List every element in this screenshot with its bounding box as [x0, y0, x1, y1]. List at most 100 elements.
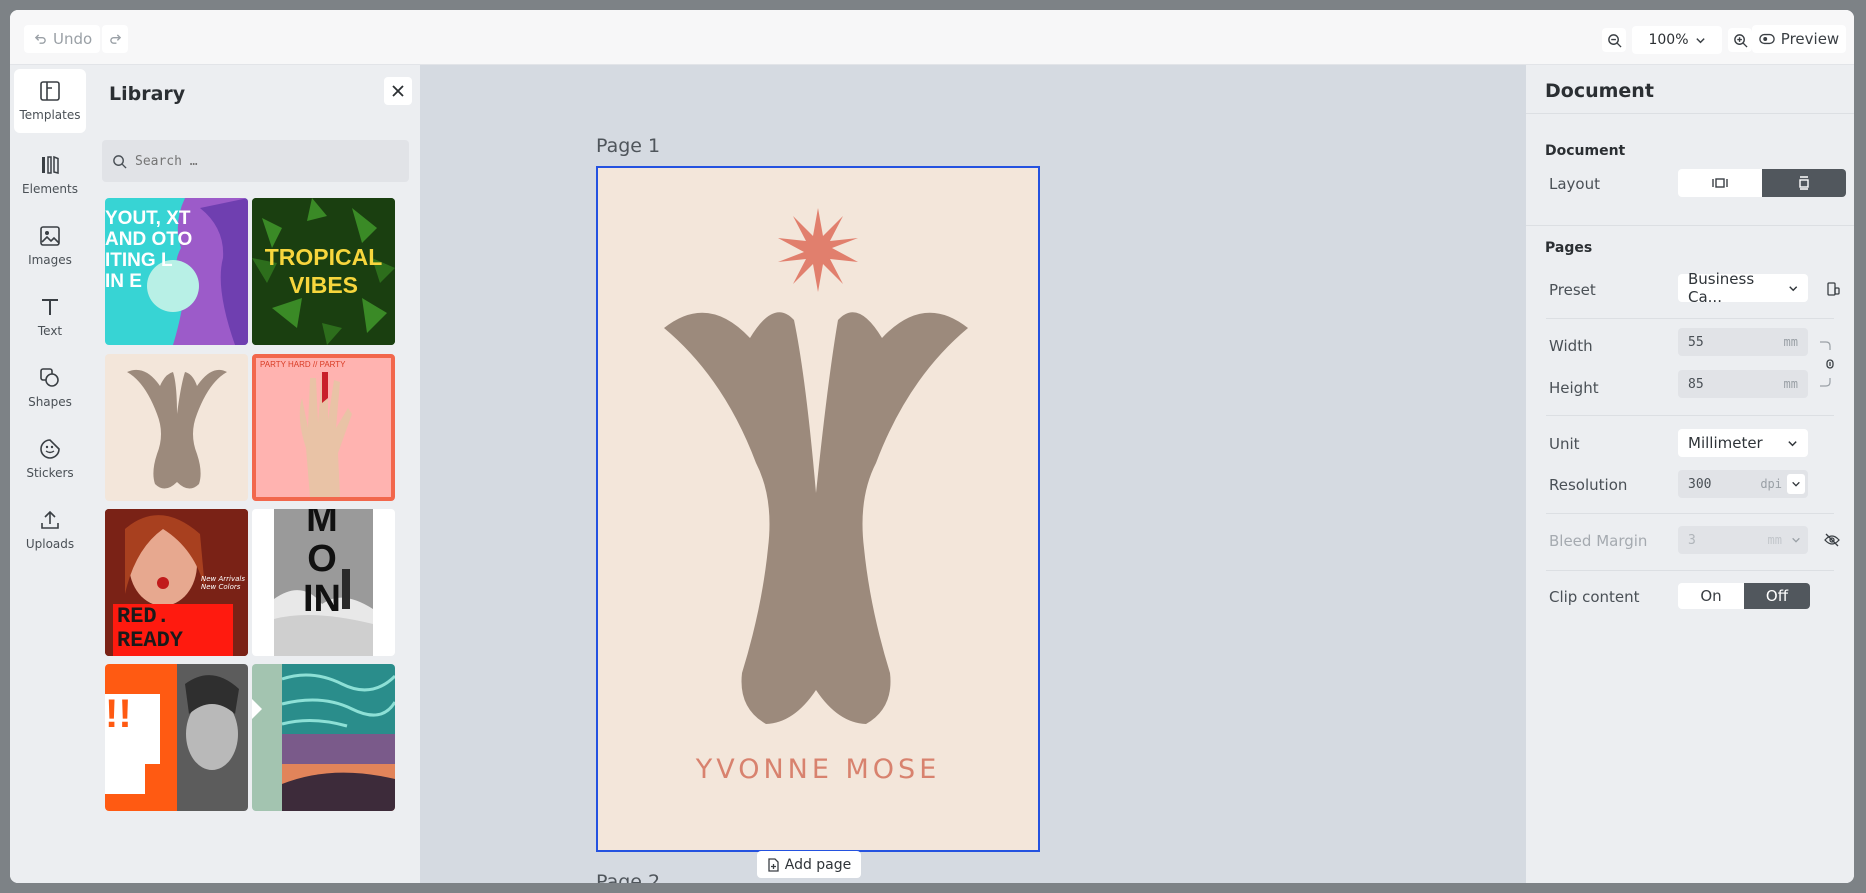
- add-page-icon: [768, 857, 779, 872]
- sidebar-item-label: Stickers: [26, 466, 74, 480]
- resolution-dropdown[interactable]: [1787, 474, 1805, 494]
- template-thumb[interactable]: New Arrivals New Colors RED. READY: [105, 509, 248, 656]
- zoom-in-icon: [1733, 33, 1748, 48]
- app-window: Undo 100% Preview Templates Elements Ima…: [10, 10, 1854, 883]
- redo-icon: [109, 33, 121, 44]
- divider: [1546, 318, 1834, 319]
- search-icon: [113, 154, 127, 169]
- divider: [1546, 570, 1834, 571]
- template-thumb[interactable]: TROPICAL VIBES: [252, 198, 395, 345]
- card-name-text[interactable]: YVONNE MOSE: [598, 754, 1038, 785]
- zoom-controls: 100%: [1602, 26, 1752, 54]
- upload-icon: [41, 510, 59, 529]
- width-input[interactable]: 55 mm: [1678, 328, 1808, 356]
- page-1-label: Page 1: [596, 135, 661, 157]
- layout-horizontal-icon: [1712, 178, 1728, 188]
- sidebar-item-label: Shapes: [28, 395, 72, 409]
- elements-icon: [42, 155, 59, 174]
- library-title: Library: [109, 83, 186, 105]
- canvas-area[interactable]: Page 1 YVONNE MOSE Add page Page 2: [420, 65, 1526, 883]
- eye-icon: [1759, 33, 1775, 45]
- sticker-icon: [40, 439, 60, 459]
- layout-horizontal-button[interactable]: [1678, 169, 1762, 197]
- divider: [1526, 113, 1854, 114]
- bleed-margin-dropdown[interactable]: [1787, 530, 1805, 550]
- template-thumb[interactable]: PARTY HARD // PARTY: [252, 354, 395, 501]
- preset-select[interactable]: Business Ca...: [1678, 270, 1808, 306]
- template-thumb[interactable]: [105, 354, 248, 501]
- layout-vertical-button[interactable]: [1762, 169, 1846, 197]
- sidebar-item-elements[interactable]: Elements: [14, 143, 86, 207]
- page-2-label: Page 2: [596, 871, 661, 883]
- height-input[interactable]: 85 mm: [1678, 370, 1808, 398]
- zoom-level-select[interactable]: 100%: [1632, 26, 1722, 54]
- template-subtitle: New Arrivals New Colors: [201, 575, 246, 591]
- chevron-down-icon: [1788, 285, 1797, 291]
- clip-content-label: Clip content: [1549, 588, 1640, 606]
- zoom-in-button[interactable]: [1728, 28, 1752, 52]
- add-page-button[interactable]: Add page: [757, 851, 861, 878]
- undo-button[interactable]: Undo: [24, 25, 100, 53]
- redo-button[interactable]: [102, 25, 128, 53]
- template-thumb[interactable]: !!: [105, 664, 248, 811]
- layout-vertical-icon: [1799, 176, 1809, 190]
- page-1-canvas[interactable]: YVONNE MOSE: [596, 166, 1040, 852]
- template-thumb[interactable]: YOUT, XT AND OTO ITING L IN E: [105, 198, 248, 345]
- tool-sidebar: Templates Elements Images Text Shapes St…: [10, 65, 90, 883]
- layout-toggle: [1678, 169, 1846, 197]
- chevron-down-icon: [1788, 440, 1797, 446]
- sidebar-item-label: Templates: [19, 108, 81, 122]
- clip-on-button[interactable]: On: [1678, 583, 1744, 609]
- image-icon: [40, 226, 60, 246]
- text-icon: [42, 299, 58, 315]
- sidebar-item-stickers[interactable]: Stickers: [14, 427, 86, 491]
- template-artwork: [252, 664, 395, 811]
- orientation-icon[interactable]: [1826, 282, 1840, 296]
- top-toolbar: Undo 100% Preview: [10, 10, 1854, 65]
- add-page-label: Add page: [784, 856, 852, 873]
- template-title: YOUT, XT AND OTO ITING L IN E: [105, 208, 193, 292]
- undo-label: Undo: [53, 30, 93, 48]
- template-thumb[interactable]: [252, 664, 395, 811]
- chevron-down-icon: [1792, 537, 1800, 543]
- template-thumb[interactable]: MOIN: [252, 509, 395, 656]
- chevron-down-icon: [1792, 481, 1800, 487]
- preview-label: Preview: [1780, 30, 1840, 48]
- sidebar-item-text[interactable]: Text: [14, 285, 86, 349]
- sidebar-item-images[interactable]: Images: [14, 214, 86, 278]
- lock-aspect-ratio-icon[interactable]: [1818, 340, 1834, 388]
- layout-label: Layout: [1549, 175, 1600, 193]
- library-search[interactable]: [102, 140, 409, 182]
- divider: [1546, 513, 1834, 514]
- clip-off-button[interactable]: Off: [1744, 583, 1810, 609]
- search-input[interactable]: [135, 153, 375, 169]
- height-value: 85: [1688, 376, 1704, 392]
- sidebar-item-label: Uploads: [25, 537, 75, 551]
- preview-button[interactable]: Preview: [1752, 25, 1846, 53]
- document-section-title: Document: [1545, 143, 1626, 159]
- template-title: MOIN: [303, 509, 341, 620]
- close-library-button[interactable]: [384, 77, 412, 105]
- width-value: 55: [1688, 334, 1704, 350]
- template-title: RED. READY: [117, 604, 184, 653]
- zoom-out-button[interactable]: [1602, 28, 1626, 52]
- sidebar-item-uploads[interactable]: Uploads: [14, 498, 86, 562]
- width-label: Width: [1549, 337, 1593, 355]
- sidebar-item-templates[interactable]: Templates: [14, 69, 86, 133]
- width-unit: mm: [1783, 335, 1798, 349]
- template-title: PARTY HARD // PARTY: [260, 360, 346, 369]
- preset-value: Business Ca...: [1688, 270, 1755, 306]
- sidebar-item-shapes[interactable]: Shapes: [14, 356, 86, 420]
- sidebar-item-label: Text: [37, 324, 63, 338]
- unit-label: Unit: [1549, 435, 1580, 453]
- properties-panel: Document Document Layout Pages Preset Bu…: [1526, 65, 1854, 883]
- y-monogram-shape: [664, 312, 968, 724]
- resolution-value: 300: [1688, 476, 1712, 492]
- pages-section-title: Pages: [1545, 240, 1593, 256]
- sidebar-item-label: Images: [28, 253, 72, 267]
- eye-hidden-icon[interactable]: [1824, 533, 1840, 547]
- preset-label: Preset: [1549, 281, 1596, 299]
- resolution-unit: dpi: [1760, 477, 1782, 491]
- unit-select[interactable]: Millimeter: [1678, 429, 1808, 457]
- height-label: Height: [1549, 379, 1599, 397]
